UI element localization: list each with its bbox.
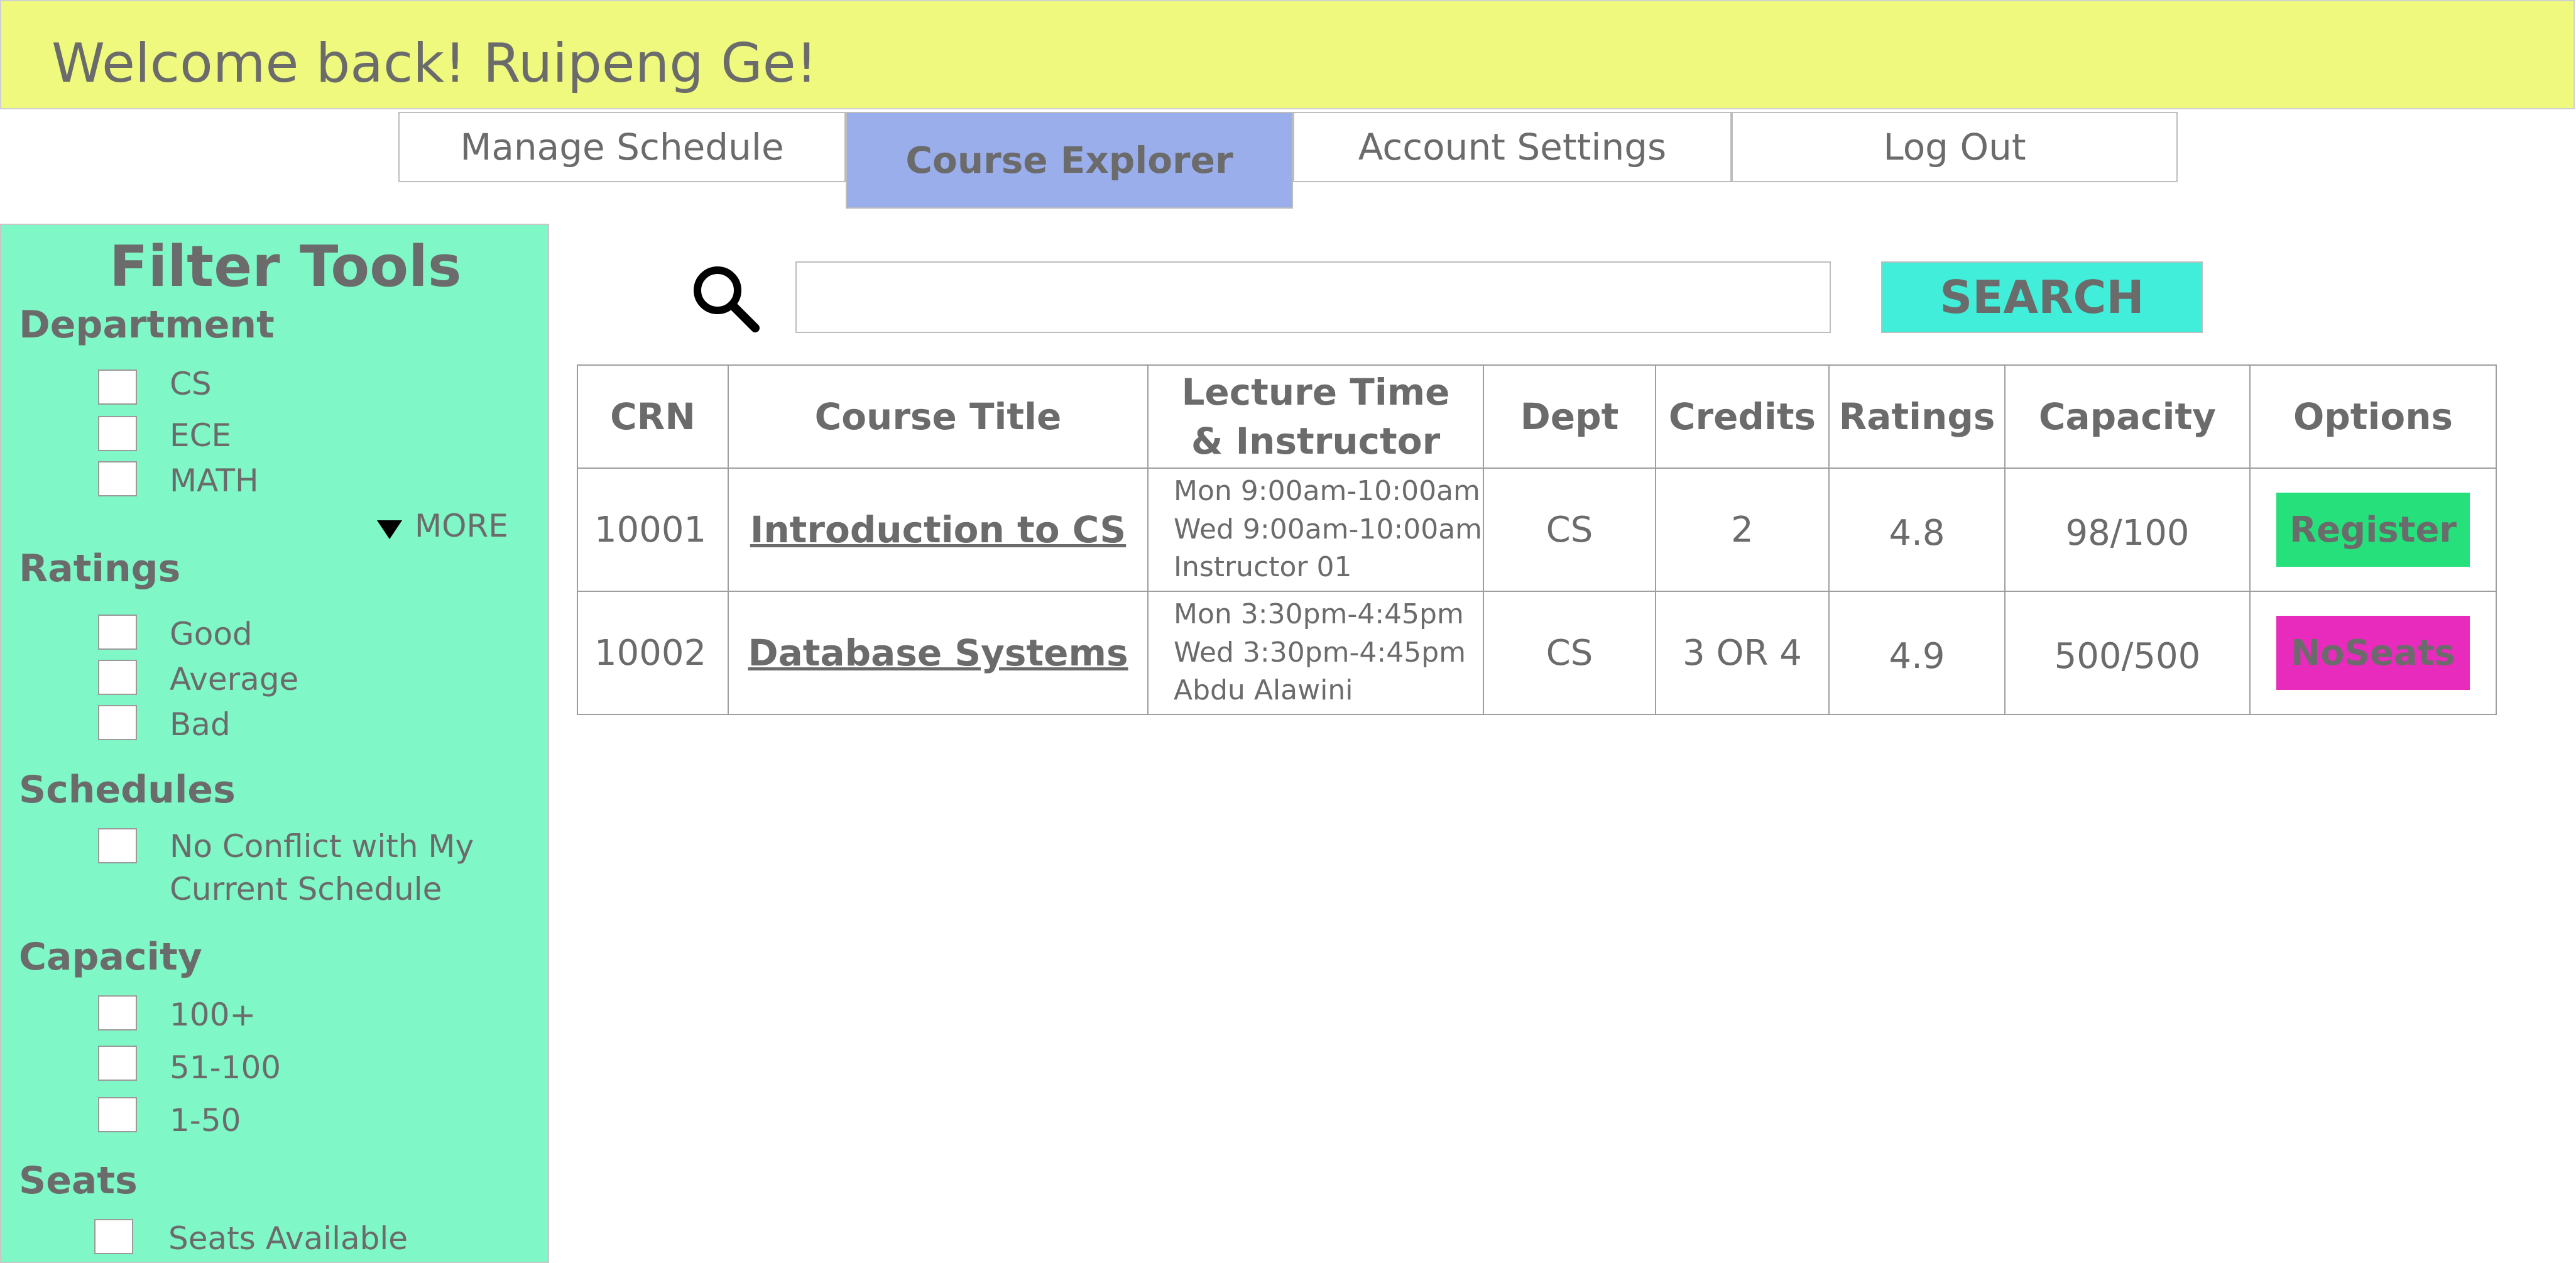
- option-label: Current Schedule: [170, 871, 442, 907]
- ratings-heading: Ratings: [19, 547, 181, 591]
- checkbox-no-conflict[interactable]: [98, 828, 137, 863]
- search-button[interactable]: SEARCH: [1881, 261, 2203, 333]
- option-label: Seats Available: [168, 1220, 408, 1257]
- filter-tools-title: Filter Tools: [109, 234, 462, 300]
- option-label: No Conflict with My: [170, 828, 474, 865]
- cell-ratings: 4.8: [1828, 467, 2006, 592]
- cell-credits: 2: [1655, 467, 1830, 592]
- lecture-line: Wed 3:30pm-4:45pm: [1174, 636, 1466, 669]
- cell-capacity: 98/100: [2004, 467, 2251, 592]
- checkbox-dept-ece[interactable]: [98, 416, 137, 451]
- option-label: 51-100: [170, 1049, 281, 1086]
- cell-ratings: 4.9: [1828, 591, 2006, 715]
- register-button[interactable]: Register: [2276, 493, 2470, 567]
- option-label: 1-50: [170, 1102, 241, 1139]
- option-label: ECE: [170, 417, 232, 454]
- instructor-name: Abdu Alawini: [1174, 674, 1353, 707]
- header-credits: Credits: [1655, 364, 1830, 469]
- search-input[interactable]: [795, 261, 1831, 333]
- checkbox-rating-average[interactable]: [98, 660, 137, 695]
- cell-capacity: 500/500: [2004, 591, 2251, 715]
- option-label: 100+: [170, 997, 256, 1033]
- option-label: Average: [170, 661, 299, 697]
- cell-crn: 10002: [577, 591, 729, 715]
- header-dept: Dept: [1483, 364, 1656, 469]
- option-label: Bad: [170, 706, 231, 743]
- header-crn: CRN: [577, 364, 729, 469]
- cell-course-title: Database Systems: [728, 591, 1149, 715]
- course-title-link[interactable]: Database Systems: [748, 632, 1128, 674]
- filter-sidebar: Filter Tools Department CS ECE MATH MORE…: [0, 224, 549, 1263]
- cell-crn: 10001: [577, 467, 729, 592]
- schedules-heading: Schedules: [19, 768, 236, 812]
- tab-manage-schedule[interactable]: Manage Schedule: [398, 112, 846, 182]
- lecture-line: Mon 3:30pm-4:45pm: [1174, 598, 1464, 630]
- option-label: Good: [170, 616, 253, 652]
- triangle-down-icon[interactable]: [377, 520, 402, 539]
- header-course-title: Course Title: [728, 364, 1149, 469]
- tab-log-out[interactable]: Log Out: [1732, 112, 2178, 182]
- welcome-message: Welcome back! Ruipeng Ge!: [52, 32, 818, 95]
- tab-account-settings[interactable]: Account Settings: [1293, 112, 1732, 182]
- cell-options: NoSeats: [2249, 591, 2497, 715]
- checkbox-dept-math[interactable]: [98, 461, 137, 496]
- cell-dept: CS: [1483, 591, 1656, 715]
- cell-lecture: Mon 9:00am-10:00am Wed 9:00am-10:00am In…: [1147, 467, 1484, 592]
- header-lecture-time: Lecture Time & Instructor: [1147, 364, 1484, 469]
- checkbox-capacity-1-50[interactable]: [98, 1097, 137, 1132]
- header-lecture-line1: Lecture Time: [1181, 370, 1450, 413]
- lecture-line: Wed 9:00am-10:00am: [1174, 513, 1483, 545]
- search-icon: [691, 264, 760, 336]
- option-label: MATH: [170, 462, 259, 499]
- cell-dept: CS: [1483, 467, 1656, 592]
- instructor-name: Instructor 01: [1174, 551, 1352, 584]
- seats-heading: Seats: [19, 1159, 138, 1203]
- cell-lecture: Mon 3:30pm-4:45pm Wed 3:30pm-4:45pm Abdu…: [1147, 591, 1484, 715]
- header-lecture-line2: & Instructor: [1191, 420, 1441, 462]
- cell-options: Register: [2249, 467, 2497, 592]
- noseats-button[interactable]: NoSeats: [2276, 616, 2470, 690]
- checkbox-capacity-51-100[interactable]: [98, 1046, 137, 1081]
- welcome-header: Welcome back! Ruipeng Ge!: [0, 0, 2575, 109]
- checkbox-capacity-100plus[interactable]: [98, 995, 137, 1031]
- lecture-line: Mon 9:00am-10:00am: [1174, 474, 1480, 507]
- checkbox-dept-cs[interactable]: [98, 369, 137, 405]
- header-ratings: Ratings: [1828, 364, 2006, 469]
- tab-course-explorer[interactable]: Course Explorer: [846, 112, 1293, 209]
- checkbox-rating-good[interactable]: [98, 615, 137, 650]
- header-options: Options: [2249, 364, 2497, 469]
- option-label: CS: [170, 366, 212, 402]
- more-link[interactable]: MORE: [415, 505, 508, 548]
- course-title-link[interactable]: Introduction to CS: [750, 508, 1126, 551]
- checkbox-rating-bad[interactable]: [98, 705, 137, 740]
- cell-credits: 3 OR 4: [1655, 591, 1830, 715]
- header-capacity: Capacity: [2004, 364, 2251, 469]
- capacity-heading: Capacity: [19, 935, 202, 979]
- checkbox-seats-available[interactable]: [94, 1219, 133, 1254]
- cell-course-title: Introduction to CS: [728, 467, 1149, 592]
- department-heading: Department: [19, 303, 275, 347]
